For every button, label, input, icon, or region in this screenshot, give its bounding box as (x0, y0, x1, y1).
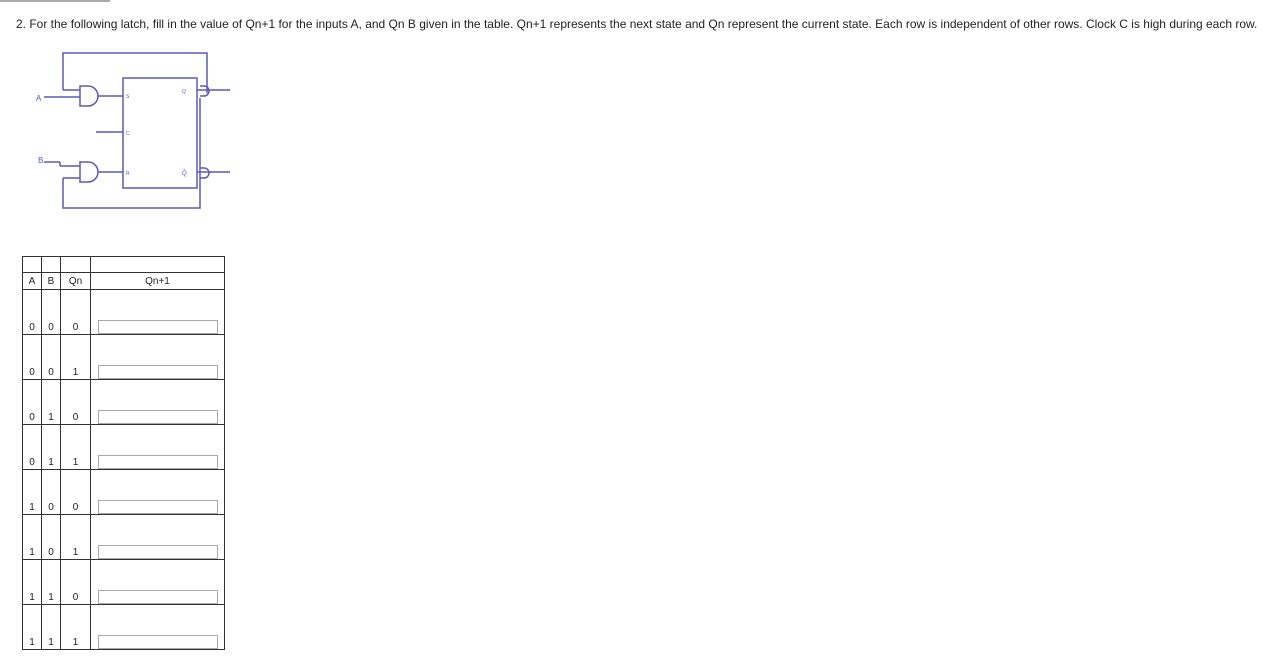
top-feedback-wire (62, 52, 208, 93)
table-row: 1 0 0 (22, 469, 225, 515)
table-row: 1 1 1 (22, 604, 225, 650)
top-divider (0, 0, 110, 6)
header-a: A (22, 272, 42, 290)
header-b: B (41, 272, 61, 290)
answer-input-row-7[interactable] (98, 590, 218, 604)
label-b: B (38, 156, 43, 165)
answer-input-row-5[interactable] (98, 500, 218, 514)
answer-input-row-2[interactable] (98, 365, 218, 379)
cell-qn: 0 (72, 322, 79, 333)
label-a: A (36, 94, 42, 103)
truth-table: A B Qn Qn+1 0 0 0 0 0 1 0 1 0 0 1 1 1 0 … (22, 256, 225, 650)
cell-b: 1 (48, 412, 54, 423)
cell-a: 0 (29, 322, 35, 333)
label-s: S (126, 94, 130, 100)
answer-input-row-8[interactable] (98, 635, 218, 649)
cell-a: 0 (29, 412, 35, 423)
question-text: 2. For the following latch, fill in the … (16, 17, 1258, 31)
answer-input-row-4[interactable] (98, 455, 218, 469)
table-row: 0 0 0 (22, 289, 225, 335)
cell-qn: 0 (72, 502, 79, 513)
and-gate-top (79, 85, 99, 107)
cell-b: 1 (48, 592, 54, 603)
label-q: Q (182, 89, 186, 95)
table-row: 0 1 1 (22, 424, 225, 470)
cell-a: 0 (29, 457, 35, 468)
cell-b: 0 (48, 367, 54, 378)
cell-qn: 1 (72, 367, 79, 378)
table-top-row (22, 256, 225, 273)
answer-input-row-1[interactable] (98, 320, 218, 334)
table-row: 0 1 0 (22, 379, 225, 425)
cell-b: 1 (48, 637, 54, 648)
label-c: C (126, 131, 130, 137)
and-gate-bottom (79, 161, 99, 183)
cell-qn: 0 (72, 412, 79, 423)
table-row: 1 1 0 (22, 559, 225, 605)
bottom-feedback-wire (62, 98, 201, 209)
cell-b: 0 (48, 322, 54, 333)
cell-qn: 1 (72, 547, 79, 558)
answer-input-row-6[interactable] (98, 545, 218, 559)
cell-a: 1 (29, 637, 35, 648)
label-qbar: Q̄ (182, 170, 187, 177)
cell-qn: 1 (72, 457, 79, 468)
cell-b: 0 (48, 547, 54, 558)
header-qn1: Qn+1 (90, 272, 225, 290)
latch-diagram: A B S C R Q Q̄ (36, 52, 230, 209)
cell-b: 1 (48, 457, 54, 468)
cell-a: 1 (29, 592, 35, 603)
table-row: 0 0 1 (22, 334, 225, 380)
table-row: 1 0 1 (22, 514, 225, 560)
cell-a: 1 (29, 547, 35, 558)
label-r: R (126, 171, 130, 177)
cell-a: 0 (29, 367, 35, 378)
cell-a: 1 (29, 502, 35, 513)
answer-input-row-3[interactable] (98, 410, 218, 424)
cell-b: 0 (48, 502, 54, 513)
header-qn: Qn (60, 272, 91, 290)
cell-qn: 0 (72, 592, 79, 603)
cell-qn: 1 (72, 637, 79, 648)
table-header-row: A B Qn Qn+1 (22, 272, 225, 290)
